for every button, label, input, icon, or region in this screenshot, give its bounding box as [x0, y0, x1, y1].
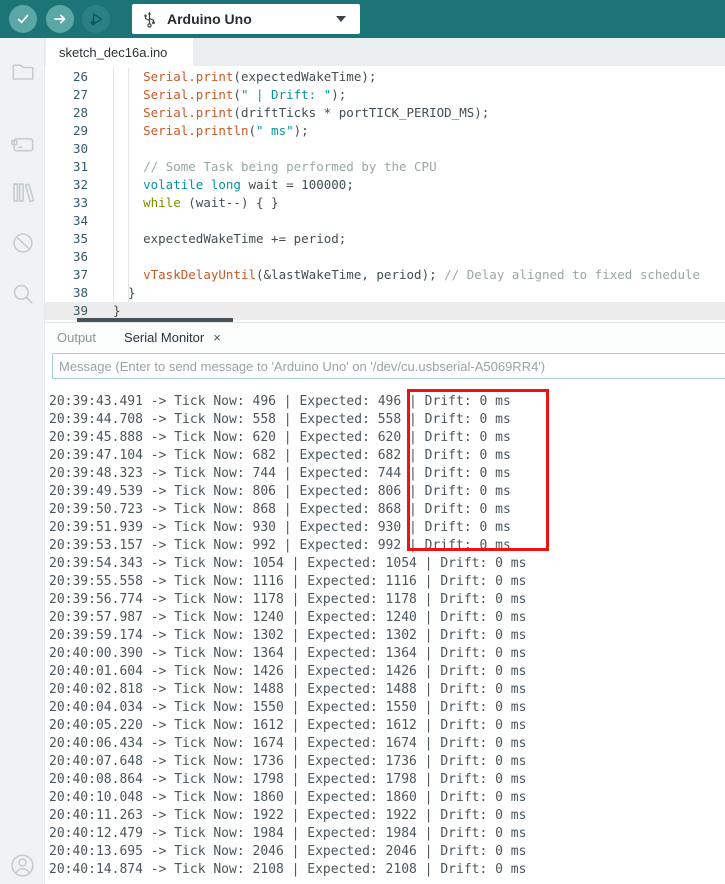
- serial-line: 20:39:48.323 -> Tick Now: 744 | Expected…: [49, 466, 511, 481]
- serial-line: 20:39:51.939 -> Tick Now: 930 | Expected…: [49, 520, 511, 535]
- usb-icon: [142, 11, 157, 28]
- serial-line: 20:39:55.558 -> Tick Now: 1116 | Expecte…: [49, 574, 527, 589]
- serial-line: 20:39:57.987 -> Tick Now: 1240 | Expecte…: [49, 610, 527, 625]
- debug-icon: [90, 13, 103, 26]
- serial-line: 20:40:14.874 -> Tick Now: 2108 | Expecte…: [49, 862, 527, 877]
- line-number: 36: [72, 249, 88, 264]
- selected-board-label: Arduino Uno: [167, 11, 252, 27]
- serial-line: 20:39:56.774 -> Tick Now: 1178 | Expecte…: [49, 592, 527, 607]
- board-selector[interactable]: Arduino Uno: [132, 4, 360, 34]
- line-number: 31: [72, 159, 88, 174]
- serial-line: 20:40:07.648 -> Tick Now: 1736 | Expecte…: [49, 754, 527, 769]
- line-number: 32: [72, 177, 88, 192]
- chevron-down-icon: [336, 16, 346, 22]
- start-debugging-button[interactable]: [82, 5, 110, 33]
- prohibited-circle-icon: [12, 233, 33, 253]
- serial-line: 20:39:45.888 -> Tick Now: 620 | Expected…: [49, 430, 511, 445]
- line-number: 28: [72, 105, 88, 120]
- line-number: 38: [72, 285, 88, 300]
- serial-monitor-output[interactable]: 20:39:43.491 -> Tick Now: 496 | Expected…: [49, 393, 721, 884]
- output-tab-label: Output: [57, 329, 97, 345]
- line-number: 27: [72, 87, 88, 102]
- serial-line: 20:40:02.818 -> Tick Now: 1488 | Expecte…: [49, 682, 527, 697]
- line-number: 34: [72, 213, 88, 228]
- board-icon: [11, 137, 34, 151]
- serial-monitor-tab-label: Serial Monitor: [124, 329, 205, 345]
- serial-line: 20:39:47.104 -> Tick Now: 682 | Expected…: [49, 448, 511, 463]
- serial-line: 20:40:01.604 -> Tick Now: 1426 | Expecte…: [49, 664, 527, 679]
- tab-serial-monitor[interactable]: Serial Monitor ×: [124, 323, 221, 351]
- serial-line: 20:39:53.157 -> Tick Now: 992 | Expected…: [49, 538, 511, 553]
- code-line: 30: [45, 140, 725, 158]
- close-icon[interactable]: ×: [213, 330, 221, 345]
- verify-button[interactable]: [9, 5, 37, 33]
- code-line: 36: [45, 248, 725, 266]
- search-icon: [13, 284, 33, 304]
- sidebar-item-boards-manager[interactable]: [0, 120, 45, 168]
- line-number: 30: [72, 141, 88, 156]
- sidebar-item-sketchbook[interactable]: [0, 48, 45, 96]
- serial-line: 20:40:08.864 -> Tick Now: 1798 | Expecte…: [49, 772, 527, 787]
- serial-message-input[interactable]: [52, 353, 725, 379]
- serial-line: 20:39:59.174 -> Tick Now: 1302 | Expecte…: [49, 628, 527, 643]
- right-arrow-icon: [54, 14, 66, 24]
- code-editor[interactable]: 26 Serial.print(expectedWakeTime); 27 Ser…: [45, 66, 725, 322]
- folder-icon: [11, 64, 34, 80]
- sketch-tab-title: sketch_dec16a.ino: [59, 44, 168, 60]
- serial-line: 20:40:12.479 -> Tick Now: 1984 | Expecte…: [49, 826, 527, 841]
- bottom-panel: Output Serial Monitor × 20:39:43.491 -> …: [45, 322, 725, 884]
- serial-line: 20:39:54.343 -> Tick Now: 1054 | Expecte…: [49, 556, 527, 571]
- arduino-ide-window: Arduino Uno sketch_dec16a.ino 26 Serial.…: [0, 0, 725, 884]
- serial-line: 20:39:49.539 -> Tick Now: 806 | Expected…: [49, 484, 511, 499]
- main-toolbar: Arduino Uno: [0, 0, 725, 38]
- line-number: 29: [72, 123, 88, 138]
- code-line: 28 Serial.print(driftTicks * portTICK_PE…: [45, 104, 725, 122]
- sidebar-item-search[interactable]: [0, 270, 45, 318]
- check-icon: [17, 14, 29, 24]
- code-line: 35 expectedWakeTime += period;: [45, 230, 725, 248]
- account-icon: [11, 853, 34, 877]
- serial-line: 20:40:11.263 -> Tick Now: 1922 | Expecte…: [49, 808, 527, 823]
- tab-sketch[interactable]: sketch_dec16a.ino: [46, 38, 194, 66]
- code-line: 33 while (wait--) { }: [45, 194, 725, 212]
- books-icon: [13, 182, 35, 202]
- code-line: 32 volatile long wait = 100000;: [45, 176, 725, 194]
- serial-line: 20:40:13.695 -> Tick Now: 2046 | Expecte…: [49, 844, 527, 859]
- serial-line: 20:39:44.708 -> Tick Now: 558 | Expected…: [49, 412, 511, 427]
- code-line: 29 Serial.println(" ms");: [45, 122, 725, 140]
- code-line: 38 }: [45, 284, 725, 302]
- upload-button[interactable]: [46, 5, 74, 33]
- account-button[interactable]: [0, 848, 45, 882]
- sidebar-item-library-manager[interactable]: [0, 168, 45, 216]
- serial-line: 20:40:10.048 -> Tick Now: 1860 | Expecte…: [49, 790, 527, 805]
- editor-tabbar: sketch_dec16a.ino: [45, 38, 725, 66]
- activity-sidebar: [0, 38, 45, 884]
- code-line: 31 // Some Task being performed by the C…: [45, 158, 725, 176]
- code-line: 27 Serial.print(" | Drift: ");: [45, 86, 725, 104]
- line-number: 37: [72, 267, 88, 282]
- serial-line: 20:40:00.390 -> Tick Now: 1364 | Expecte…: [49, 646, 527, 661]
- code-line: 34: [45, 212, 725, 230]
- panel-tabbar: Output Serial Monitor ×: [45, 323, 725, 351]
- code-lines-container: 26 Serial.print(expectedWakeTime); 27 Ser…: [45, 66, 725, 320]
- line-number: 35: [72, 231, 88, 246]
- sidebar-item-debug[interactable]: [0, 219, 45, 267]
- code-line: 37 vTaskDelayUntil(&lastWakeTime, period…: [45, 266, 725, 284]
- serial-line: 20:40:04.034 -> Tick Now: 1550 | Expecte…: [49, 700, 527, 715]
- serial-line: 20:40:05.220 -> Tick Now: 1612 | Expecte…: [49, 718, 527, 733]
- line-number: 33: [72, 195, 88, 210]
- line-number: 26: [72, 69, 88, 84]
- tab-output[interactable]: Output: [57, 323, 96, 351]
- serial-line: 20:40:06.434 -> Tick Now: 1674 | Expecte…: [49, 736, 527, 751]
- code-line: 26 Serial.print(expectedWakeTime);: [45, 68, 725, 86]
- serial-line: 20:39:43.491 -> Tick Now: 496 | Expected…: [49, 394, 511, 409]
- serial-line: 20:39:50.723 -> Tick Now: 868 | Expected…: [49, 502, 511, 517]
